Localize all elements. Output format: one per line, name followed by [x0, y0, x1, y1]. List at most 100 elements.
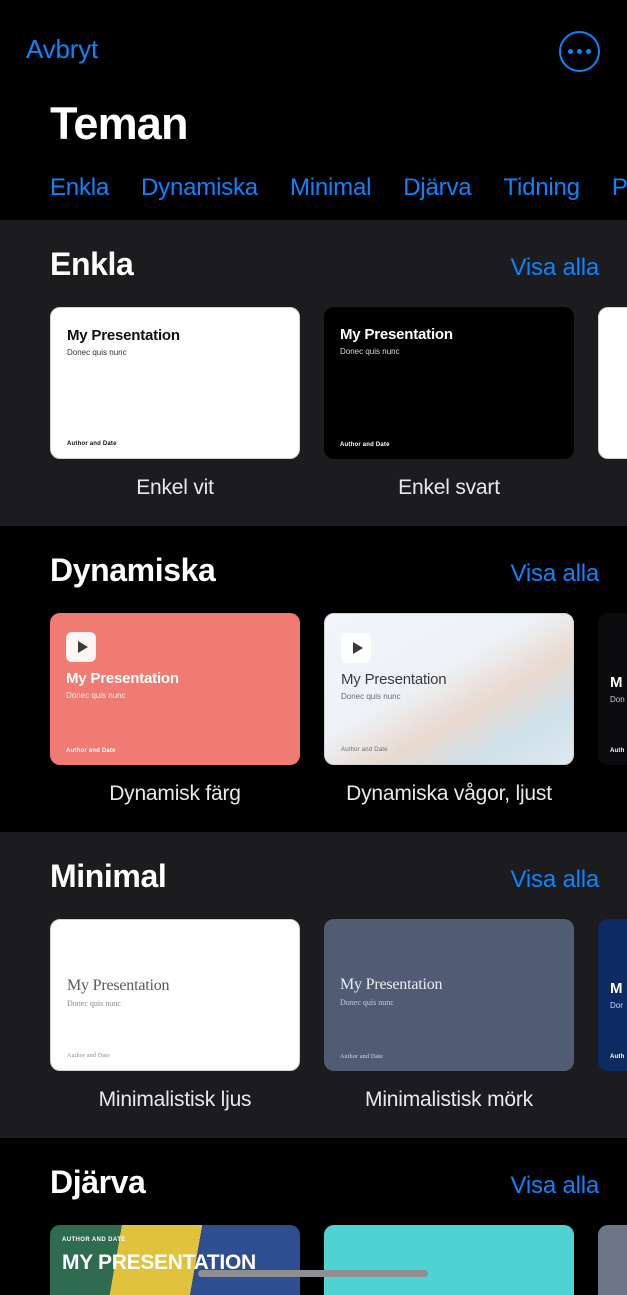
- section-dynamiska: Dynamiska Visa alla My Presentation Done…: [0, 526, 627, 832]
- more-dot-1: [568, 49, 573, 54]
- theme-card-minimalistisk-ljus[interactable]: My Presentation Donec quis nunc Author a…: [50, 919, 300, 1112]
- tab-poster[interactable]: Po: [612, 174, 627, 202]
- section-title-minimal: Minimal: [50, 858, 167, 894]
- slide-preview: My Presentation Donec quis nunc Author a…: [324, 307, 574, 459]
- theme-row-djarva[interactable]: AUTHOR AND DATE MY PRESENTATION: [0, 1201, 627, 1295]
- theme-thumbnail[interactable]: My Presentation Donec quis nunc Author a…: [50, 919, 300, 1071]
- theme-label: Enkel svart: [398, 476, 500, 499]
- theme-row-enkla[interactable]: My Presentation Donec quis nunc Author a…: [0, 283, 627, 500]
- slide-footer: Author and Date: [340, 1054, 383, 1060]
- slide-title: My Presentation: [66, 670, 179, 687]
- slide-footer: Auth: [610, 1054, 625, 1060]
- theme-thumbnail[interactable]: M Don Auth: [598, 613, 627, 765]
- theme-card-enkel-vit[interactable]: My Presentation Donec quis nunc Author a…: [50, 307, 300, 500]
- slide-subtitle: Donec quis nunc: [340, 347, 400, 356]
- slide-footer: Author and Date: [341, 747, 388, 753]
- theme-thumbnail[interactable]: My Presentation Donec quis nunc Author a…: [324, 613, 574, 765]
- theme-card-partial[interactable]: [598, 307, 627, 500]
- see-all-enkla[interactable]: Visa alla: [511, 254, 600, 282]
- section-title-dynamiska: Dynamiska: [50, 552, 216, 588]
- slide-title: My Presentation: [340, 326, 453, 343]
- play-icon: [341, 633, 371, 663]
- slide-footer: Author and Date: [66, 748, 116, 754]
- theme-card-partial[interactable]: M Don Auth: [598, 613, 627, 806]
- slide-title: M: [610, 674, 623, 691]
- theme-thumbnail[interactable]: My Presentation Donec quis nunc Author a…: [324, 307, 574, 459]
- see-all-dynamiska[interactable]: Visa alla: [511, 560, 600, 588]
- slide-preview: My Presentation Donec quis nunc Author a…: [325, 614, 573, 764]
- horizontal-scroll-indicator[interactable]: [198, 1270, 428, 1277]
- section-enkla: Enkla Visa alla My Presentation Donec qu…: [0, 220, 627, 526]
- section-header-dynamiska: Dynamiska Visa alla: [0, 552, 627, 589]
- cancel-button[interactable]: Avbryt: [26, 34, 98, 65]
- theme-thumbnail[interactable]: [598, 1225, 627, 1295]
- theme-card-partial[interactable]: M Dor Auth: [598, 919, 627, 1112]
- slide-preview: My Presentation Donec quis nunc Author a…: [51, 308, 299, 458]
- slide-footer: Auth: [610, 748, 625, 754]
- slide-preview: M Dor Auth: [598, 919, 627, 1071]
- tab-tidning[interactable]: Tidning: [503, 174, 580, 202]
- section-header-minimal: Minimal Visa alla: [0, 858, 627, 895]
- theme-thumbnail[interactable]: My Presentation Donec quis nunc Author a…: [50, 613, 300, 765]
- slide-subtitle: Donec quis nunc: [341, 692, 401, 701]
- slide-footer: Author and Date: [67, 441, 117, 447]
- theme-thumbnail[interactable]: [324, 1225, 574, 1295]
- see-all-djarva[interactable]: Visa alla: [511, 1172, 600, 1200]
- slide-footer: Author and Date: [67, 1053, 110, 1059]
- more-dot-3: [586, 49, 591, 54]
- slide-preview: M Don Auth: [598, 613, 627, 765]
- slide-preview: AUTHOR AND DATE MY PRESENTATION: [50, 1225, 300, 1295]
- slide-title: M: [610, 980, 623, 997]
- theme-card-partial[interactable]: [598, 1225, 627, 1295]
- page-title: Teman: [50, 98, 189, 149]
- slide-title: My Presentation: [67, 327, 180, 344]
- slide-footer: Author and Date: [340, 442, 390, 448]
- theme-row-minimal[interactable]: My Presentation Donec quis nunc Author a…: [0, 895, 627, 1112]
- more-circle-icon[interactable]: [559, 31, 600, 72]
- slide-subtitle: Dor: [610, 1001, 623, 1010]
- slide-subtitle: Donec quis nunc: [67, 348, 127, 357]
- theme-thumbnail[interactable]: My Presentation Donec quis nunc Author a…: [324, 919, 574, 1071]
- theme-card-enkel-svart[interactable]: My Presentation Donec quis nunc Author a…: [324, 307, 574, 500]
- theme-label: Minimalistisk ljus: [98, 1088, 252, 1111]
- section-minimal: Minimal Visa alla My Presentation Donec …: [0, 832, 627, 1138]
- theme-thumbnail[interactable]: M Dor Auth: [598, 919, 627, 1071]
- slide-preview: My Presentation Donec quis nunc Author a…: [51, 920, 299, 1070]
- section-header-djarva: Djärva Visa alla: [0, 1164, 627, 1201]
- slide-subtitle: Don: [610, 695, 625, 704]
- tab-djarva[interactable]: Djärva: [403, 174, 471, 202]
- theme-label: Minimalistisk mörk: [365, 1088, 533, 1111]
- theme-card-dynamiska-vagor-ljust[interactable]: My Presentation Donec quis nunc Author a…: [324, 613, 574, 806]
- slide-title: My Presentation: [67, 977, 170, 994]
- slide-subtitle: Donec quis nunc: [67, 999, 121, 1008]
- slide-footer: AUTHOR AND DATE: [62, 1237, 126, 1243]
- play-icon: [66, 632, 96, 662]
- category-tab-bar[interactable]: Enkla Dynamiska Minimal Djärva Tidning P…: [0, 152, 627, 220]
- theme-card-minimalistisk-mork[interactable]: My Presentation Donec quis nunc Author a…: [324, 919, 574, 1112]
- tab-dynamiska[interactable]: Dynamiska: [141, 174, 258, 202]
- more-dot-2: [577, 49, 582, 54]
- top-bar: Avbryt: [0, 0, 627, 96]
- theme-row-dynamiska[interactable]: My Presentation Donec quis nunc Author a…: [0, 589, 627, 806]
- slide-title: My Presentation: [340, 976, 443, 993]
- theme-card-djarv-2[interactable]: [324, 1225, 574, 1295]
- see-all-minimal[interactable]: Visa alla: [511, 866, 600, 894]
- theme-thumbnail[interactable]: My Presentation Donec quis nunc Author a…: [50, 307, 300, 459]
- theme-thumbnail[interactable]: AUTHOR AND DATE MY PRESENTATION: [50, 1225, 300, 1295]
- slide-preview: My Presentation Donec quis nunc Author a…: [50, 613, 300, 765]
- theme-card-djarv-1[interactable]: AUTHOR AND DATE MY PRESENTATION: [50, 1225, 300, 1295]
- theme-label: Dynamiska vågor, ljust: [346, 782, 552, 805]
- theme-thumbnail[interactable]: [598, 307, 627, 459]
- section-title-djarva: Djärva: [50, 1164, 146, 1200]
- theme-card-dynamisk-farg[interactable]: My Presentation Donec quis nunc Author a…: [50, 613, 300, 806]
- theme-label: Dynamisk färg: [109, 782, 241, 805]
- slide-subtitle: Donec quis nunc: [66, 691, 126, 700]
- section-title-enkla: Enkla: [50, 246, 134, 282]
- tab-enkla[interactable]: Enkla: [50, 174, 109, 202]
- tab-minimal[interactable]: Minimal: [290, 174, 371, 202]
- slide-title: My Presentation: [341, 671, 447, 688]
- theme-label: Enkel vit: [136, 476, 214, 499]
- slide-subtitle: Donec quis nunc: [340, 998, 394, 1007]
- section-header-enkla: Enkla Visa alla: [0, 246, 627, 283]
- slide-preview: My Presentation Donec quis nunc Author a…: [324, 919, 574, 1071]
